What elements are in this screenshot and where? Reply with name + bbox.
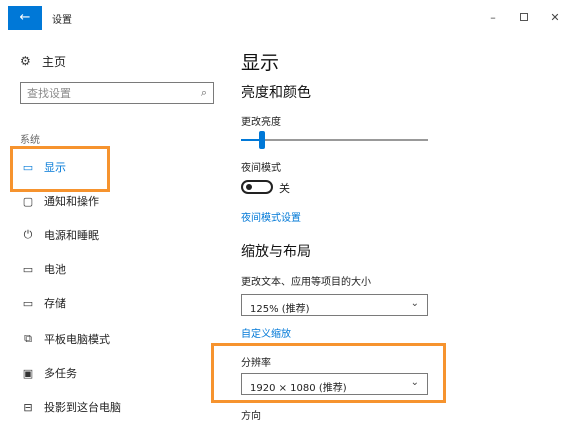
sidebar-item-storage[interactable]: ▭ 存储 bbox=[20, 294, 66, 312]
orientation-label: 方向 bbox=[241, 411, 261, 422]
sidebar-item-battery[interactable]: ▭ 电池 bbox=[20, 260, 66, 278]
maximize-button[interactable] bbox=[514, 9, 534, 27]
sidebar-item-tablet-mode[interactable]: ⧉ 平板电脑模式 bbox=[20, 330, 110, 348]
sidebar-item-label: 平板电脑模式 bbox=[44, 333, 110, 346]
sidebar-item-label: 投影到这台电脑 bbox=[44, 401, 121, 414]
power-icon: ⏻ bbox=[23, 228, 33, 241]
sidebar-item-label: 存储 bbox=[44, 297, 66, 310]
minimize-button[interactable]: – bbox=[483, 9, 503, 27]
window-title: 设置 bbox=[52, 15, 72, 26]
sidebar-item-label: 多任务 bbox=[44, 367, 77, 380]
scale-label: 更改文本、应用等项目的大小 bbox=[241, 277, 371, 288]
scale-section-heading: 缩放与布局 bbox=[241, 244, 311, 260]
brightness-slider[interactable] bbox=[241, 131, 428, 149]
night-light-toggle[interactable] bbox=[241, 180, 273, 194]
sidebar-item-projecting[interactable]: ⊟ 投影到这台电脑 bbox=[20, 398, 121, 416]
brightness-slider-thumb[interactable] bbox=[258, 131, 265, 149]
brightness-label: 更改亮度 bbox=[241, 117, 281, 128]
tablet-mode-icon: ⧉ bbox=[24, 332, 32, 345]
notification-icon: ▢ bbox=[22, 194, 34, 208]
highlight-display-item bbox=[10, 146, 110, 192]
brightness-section-heading: 亮度和颜色 bbox=[241, 85, 311, 101]
sidebar: ⚙ 主页 ⌕ 系统 ▭ 显示 ▢ 通知和操作 ⏻ 电源和睡眠 ▭ 电池 ▭ 存储… bbox=[0, 36, 225, 422]
section-label: 系统 bbox=[20, 135, 40, 146]
search-box: ⌕ bbox=[20, 82, 214, 104]
sidebar-item-multitasking[interactable]: ▣ 多任务 bbox=[20, 364, 77, 382]
sidebar-item-label: 电源和睡眠 bbox=[44, 229, 99, 242]
back-button[interactable]: ← bbox=[8, 6, 42, 30]
title-bar: ← 设置 – ✕ bbox=[0, 0, 561, 36]
sidebar-item-power[interactable]: ⏻ 电源和睡眠 bbox=[20, 226, 99, 244]
maximize-icon bbox=[520, 13, 528, 21]
chevron-down-icon: ⌄ bbox=[410, 298, 419, 309]
sidebar-home-label: 主页 bbox=[42, 54, 67, 69]
scale-value: 125% (推荐) bbox=[250, 304, 310, 315]
main-content: 显示 亮度和颜色 更改亮度 夜间模式 关 夜间模式设置 缩放与布局 更改文本、应… bbox=[211, 36, 561, 422]
arrow-left-icon: ← bbox=[19, 10, 31, 25]
custom-scale-link[interactable]: 自定义缩放 bbox=[241, 325, 291, 340]
storage-icon: ▭ bbox=[22, 296, 34, 310]
sidebar-item-label: 电池 bbox=[44, 263, 66, 276]
close-button[interactable]: ✕ bbox=[545, 9, 561, 27]
sidebar-home[interactable]: ⚙ 主页 bbox=[20, 53, 66, 69]
sidebar-item-label: 通知和操作 bbox=[44, 195, 99, 208]
search-icon[interactable]: ⌕ bbox=[195, 86, 213, 100]
battery-icon: ▭ bbox=[22, 262, 34, 276]
gear-icon: ⚙ bbox=[20, 54, 31, 68]
night-light-settings-link[interactable]: 夜间模式设置 bbox=[241, 209, 301, 224]
multitask-icon: ▣ bbox=[22, 366, 34, 380]
search-input[interactable] bbox=[27, 84, 195, 102]
project-icon: ⊟ bbox=[23, 400, 33, 414]
highlight-resolution bbox=[211, 343, 446, 403]
night-light-state: 关 bbox=[279, 182, 290, 195]
scale-dropdown[interactable]: 125% (推荐) ⌄ bbox=[241, 294, 428, 316]
toggle-knob bbox=[246, 184, 252, 190]
sidebar-item-notifications[interactable]: ▢ 通知和操作 bbox=[20, 192, 99, 210]
night-light-label: 夜间模式 bbox=[241, 163, 281, 174]
page-title: 显示 bbox=[241, 52, 280, 74]
